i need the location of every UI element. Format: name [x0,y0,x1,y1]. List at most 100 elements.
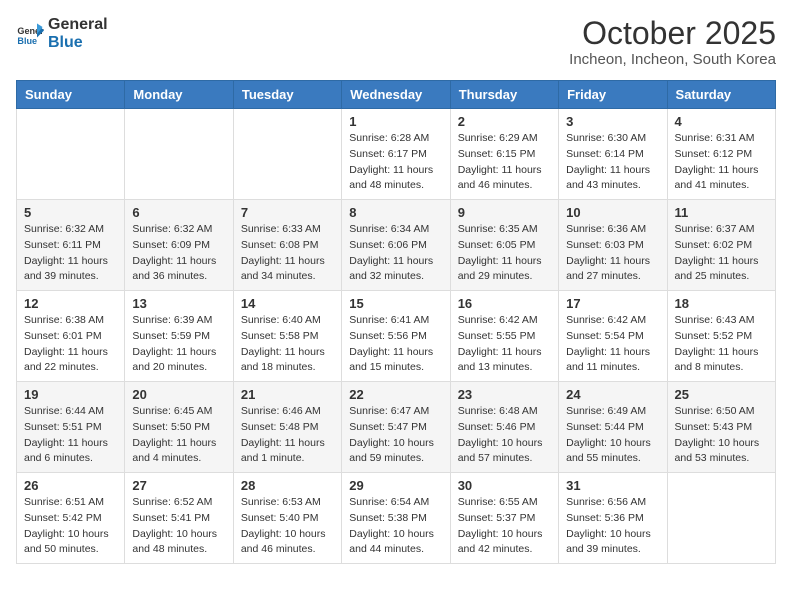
calendar-cell: 5Sunrise: 6:32 AMSunset: 6:11 PMDaylight… [17,200,125,291]
day-number: 9 [458,205,551,220]
day-number: 17 [566,296,659,311]
calendar-cell: 23 Sunrise: 6:48 AMSunset: 5:46 PMDayligh… [450,382,558,473]
weekday-header-friday: Friday [559,81,667,109]
day-number: 27 [132,478,225,493]
day-number: 13 [132,296,225,311]
day-info: Sunrise: 6:39 AMSunset: 5:59 PMDaylight:… [132,313,225,376]
weekday-header-row: SundayMondayTuesdayWednesdayThursdayFrid… [17,81,776,109]
day-info: Sunrise: 6:38 AMSunset: 6:01 PMDaylight:… [24,313,117,376]
calendar-cell [233,109,341,200]
calendar-cell: 10Sunrise: 6:36 AMSunset: 6:03 PMDayligh… [559,200,667,291]
logo-general: General [48,16,108,34]
day-info: Sunrise: 6:42 AMSunset: 5:54 PMDaylight:… [566,313,659,376]
calendar-cell: 12 Sunrise: 6:38 AMSunset: 6:01 PMDayligh… [17,291,125,382]
day-info: Sunrise: 6:30 AMSunset: 6:14 PMDaylight:… [566,131,659,194]
calendar-week-4: 19 Sunrise: 6:44 AMSunset: 5:51 PMDayligh… [17,382,776,473]
calendar-cell: 15 Sunrise: 6:41 AMSunset: 5:56 PMDayligh… [342,291,450,382]
calendar-cell: 3 Sunrise: 6:30 AMSunset: 6:14 PMDaylight… [559,109,667,200]
day-number: 19 [24,387,117,402]
day-info: Sunrise: 6:44 AMSunset: 5:51 PMDaylight:… [24,404,117,467]
day-number: 16 [458,296,551,311]
day-number: 22 [349,387,442,402]
day-info: Sunrise: 6:34 AMSunset: 6:06 PMDaylight:… [349,222,442,285]
calendar-cell: 18 Sunrise: 6:43 AMSunset: 5:52 PMDayligh… [667,291,775,382]
calendar-cell: 22 Sunrise: 6:47 AMSunset: 5:47 PMDayligh… [342,382,450,473]
month-title: October 2025 [569,16,776,51]
logo-icon: General Blue [16,20,44,48]
calendar-cell: 2 Sunrise: 6:29 AMSunset: 6:15 PMDaylight… [450,109,558,200]
weekday-header-thursday: Thursday [450,81,558,109]
day-info: Sunrise: 6:55 AMSunset: 5:37 PMDaylight:… [458,495,551,558]
day-number: 25 [675,387,768,402]
day-info: Sunrise: 6:53 AMSunset: 5:40 PMDaylight:… [241,495,334,558]
day-number: 4 [675,114,768,129]
day-info: Sunrise: 6:51 AMSunset: 5:42 PMDaylight:… [24,495,117,558]
calendar-body: 1Sunrise: 6:28 AMSunset: 6:17 PMDaylight… [17,109,776,564]
day-info: Sunrise: 6:36 AMSunset: 6:03 PMDaylight:… [566,222,659,285]
day-info: Sunrise: 6:33 AMSunset: 6:08 PMDaylight:… [241,222,334,285]
day-number: 23 [458,387,551,402]
calendar-week-1: 1Sunrise: 6:28 AMSunset: 6:17 PMDaylight… [17,109,776,200]
weekday-header-tuesday: Tuesday [233,81,341,109]
calendar-cell: 1Sunrise: 6:28 AMSunset: 6:17 PMDaylight… [342,109,450,200]
calendar-cell: 11 Sunrise: 6:37 AMSunset: 6:02 PMDayligh… [667,200,775,291]
weekday-header-monday: Monday [125,81,233,109]
day-number: 28 [241,478,334,493]
logo-blue: Blue [48,34,108,52]
calendar-cell: 19 Sunrise: 6:44 AMSunset: 5:51 PMDayligh… [17,382,125,473]
day-info: Sunrise: 6:54 AMSunset: 5:38 PMDaylight:… [349,495,442,558]
day-info: Sunrise: 6:40 AMSunset: 5:58 PMDaylight:… [241,313,334,376]
day-number: 11 [675,205,768,220]
day-number: 8 [349,205,442,220]
calendar-cell [125,109,233,200]
calendar-cell: 4Sunrise: 6:31 AMSunset: 6:12 PMDaylight… [667,109,775,200]
day-info: Sunrise: 6:43 AMSunset: 5:52 PMDaylight:… [675,313,768,376]
day-info: Sunrise: 6:46 AMSunset: 5:48 PMDaylight:… [241,404,334,467]
calendar-cell: 8 Sunrise: 6:34 AMSunset: 6:06 PMDaylight… [342,200,450,291]
calendar-cell [17,109,125,200]
calendar-cell: 7 Sunrise: 6:33 AMSunset: 6:08 PMDaylight… [233,200,341,291]
calendar-cell: 25 Sunrise: 6:50 AMSunset: 5:43 PMDayligh… [667,382,775,473]
day-number: 31 [566,478,659,493]
weekday-header-sunday: Sunday [17,81,125,109]
day-info: Sunrise: 6:52 AMSunset: 5:41 PMDaylight:… [132,495,225,558]
day-info: Sunrise: 6:49 AMSunset: 5:44 PMDaylight:… [566,404,659,467]
calendar-week-2: 5Sunrise: 6:32 AMSunset: 6:11 PMDaylight… [17,200,776,291]
weekday-header-wednesday: Wednesday [342,81,450,109]
day-number: 3 [566,114,659,129]
calendar-cell: 13 Sunrise: 6:39 AMSunset: 5:59 PMDayligh… [125,291,233,382]
calendar-cell: 27 Sunrise: 6:52 AMSunset: 5:41 PMDayligh… [125,473,233,564]
day-info: Sunrise: 6:47 AMSunset: 5:47 PMDaylight:… [349,404,442,467]
day-number: 24 [566,387,659,402]
location-title: Incheon, Incheon, South Korea [569,51,776,68]
day-info: Sunrise: 6:29 AMSunset: 6:15 PMDaylight:… [458,131,551,194]
svg-text:Blue: Blue [17,35,37,45]
calendar-cell: 28 Sunrise: 6:53 AMSunset: 5:40 PMDayligh… [233,473,341,564]
day-info: Sunrise: 6:45 AMSunset: 5:50 PMDaylight:… [132,404,225,467]
day-number: 18 [675,296,768,311]
day-info: Sunrise: 6:37 AMSunset: 6:02 PMDaylight:… [675,222,768,285]
calendar-cell: 20 Sunrise: 6:45 AMSunset: 5:50 PMDayligh… [125,382,233,473]
day-number: 26 [24,478,117,493]
calendar-cell: 31Sunrise: 6:56 AMSunset: 5:36 PMDayligh… [559,473,667,564]
calendar-cell: 9Sunrise: 6:35 AMSunset: 6:05 PMDaylight… [450,200,558,291]
day-info: Sunrise: 6:50 AMSunset: 5:43 PMDaylight:… [675,404,768,467]
header: General Blue General Blue October 2025 I… [16,16,776,68]
day-number: 20 [132,387,225,402]
day-number: 2 [458,114,551,129]
day-number: 7 [241,205,334,220]
calendar-cell: 30 Sunrise: 6:55 AMSunset: 5:37 PMDayligh… [450,473,558,564]
day-number: 15 [349,296,442,311]
day-info: Sunrise: 6:41 AMSunset: 5:56 PMDaylight:… [349,313,442,376]
day-info: Sunrise: 6:48 AMSunset: 5:46 PMDaylight:… [458,404,551,467]
day-info: Sunrise: 6:42 AMSunset: 5:55 PMDaylight:… [458,313,551,376]
calendar-cell: 14Sunrise: 6:40 AMSunset: 5:58 PMDayligh… [233,291,341,382]
calendar-week-3: 12 Sunrise: 6:38 AMSunset: 6:01 PMDayligh… [17,291,776,382]
day-number: 12 [24,296,117,311]
day-number: 30 [458,478,551,493]
calendar-cell: 29Sunrise: 6:54 AMSunset: 5:38 PMDayligh… [342,473,450,564]
day-number: 6 [132,205,225,220]
weekday-header-saturday: Saturday [667,81,775,109]
calendar-cell: 21Sunrise: 6:46 AMSunset: 5:48 PMDayligh… [233,382,341,473]
day-info: Sunrise: 6:32 AMSunset: 6:11 PMDaylight:… [24,222,117,285]
